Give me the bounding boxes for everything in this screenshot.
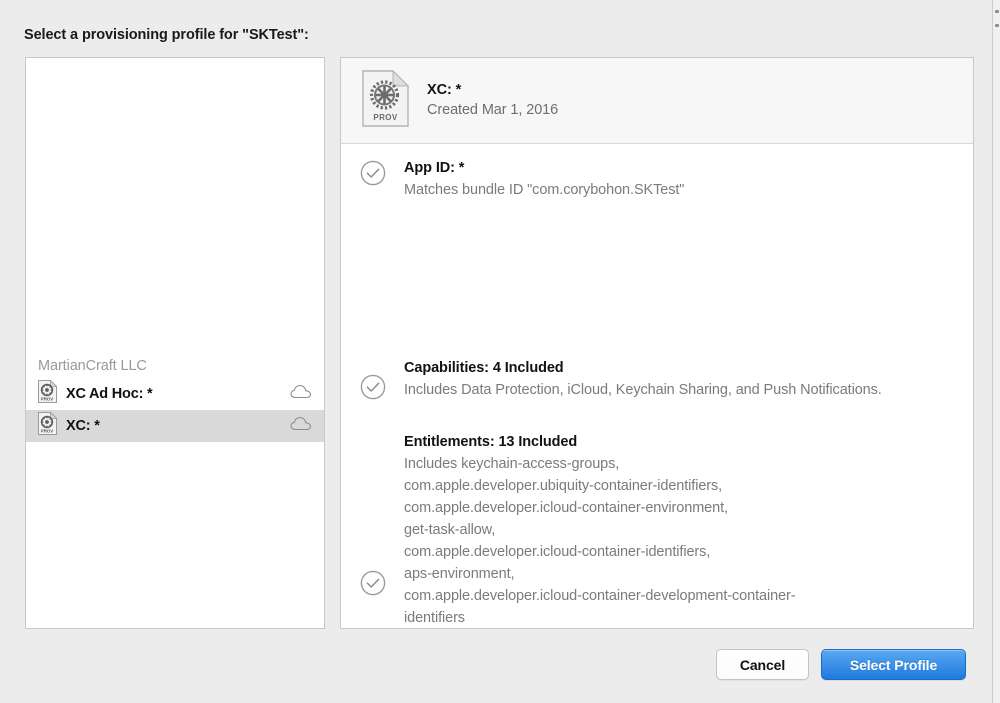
- detail-row-text: Entitlements: 13 Included Includes keych…: [404, 432, 959, 628]
- entitlements-list: Includes keychain-access-groups, com.app…: [404, 453, 959, 628]
- detail-row-capabilities: Capabilities: 4 Included Includes Data P…: [360, 358, 959, 401]
- check-circle-icon: [360, 570, 404, 596]
- capabilities-description: Includes Data Protection, iCloud, Keycha…: [404, 379, 884, 401]
- provisioning-profile-sheet: Select a provisioning profile for "SKTes…: [0, 0, 993, 703]
- sliver-mark-icon: [995, 24, 999, 27]
- entitlement-line: aps-environment,: [404, 563, 959, 585]
- app-id-title: App ID: *: [404, 158, 959, 179]
- detail-header: PROV XC: * Created Mar 1, 2016: [341, 58, 973, 144]
- cloud-icon: [290, 416, 312, 436]
- list-item-label: XC Ad Hoc: *: [66, 386, 152, 402]
- dialog-button-row: Cancel Select Profile: [716, 649, 966, 680]
- profile-group-header: MartianCraft LLC: [26, 358, 324, 378]
- cloud-icon: [290, 384, 312, 404]
- svg-text:PROV: PROV: [41, 429, 54, 434]
- entitlements-icon-spacer: [360, 432, 404, 628]
- profile-created-date: Created Mar 1, 2016: [427, 100, 558, 121]
- app-id-description: Matches bundle ID "com.corybohon.SKTest": [404, 179, 959, 201]
- list-top-spacer: [26, 58, 324, 358]
- prov-document-icon: PROV: [38, 380, 57, 408]
- entitlement-line: Includes keychain-access-groups,: [404, 453, 959, 475]
- entitlement-line: com.apple.developer.icloud-container-env…: [404, 497, 959, 519]
- svg-text:PROV: PROV: [373, 113, 398, 122]
- profile-detail-panel: PROV XC: * Created Mar 1, 2016 App ID: *: [340, 57, 974, 629]
- detail-row-app-id: App ID: * Matches bundle ID "com.coryboh…: [360, 158, 959, 201]
- select-profile-button[interactable]: Select Profile: [821, 649, 966, 680]
- list-item-label: XC: *: [66, 418, 100, 434]
- prov-document-icon: PROV: [38, 412, 57, 440]
- prov-document-icon: PROV: [362, 70, 409, 132]
- sliver-mark-icon: [995, 10, 999, 13]
- detail-header-text: XC: * Created Mar 1, 2016: [427, 81, 558, 121]
- entitlement-line: com.apple.developer.icloud-container-dev…: [404, 585, 959, 607]
- list-item[interactable]: PROV XC Ad Hoc: *: [26, 378, 324, 410]
- detail-body: App ID: * Matches bundle ID "com.coryboh…: [341, 144, 973, 628]
- detail-row-entitlements: Entitlements: 13 Included Includes keych…: [360, 432, 959, 628]
- profile-list[interactable]: MartianCraft LLC: [25, 57, 325, 629]
- list-item[interactable]: PROV XC: *: [26, 410, 324, 442]
- detail-row-text: Capabilities: 4 Included Includes Data P…: [404, 358, 959, 401]
- cancel-button[interactable]: Cancel: [716, 649, 809, 680]
- profile-title: XC: *: [427, 81, 558, 100]
- detail-row-text: App ID: * Matches bundle ID "com.coryboh…: [404, 158, 959, 201]
- entitlement-line: get-task-allow,: [404, 519, 959, 541]
- svg-text:PROV: PROV: [41, 397, 54, 402]
- entitlement-line: identifiers: [404, 607, 959, 628]
- entitlement-line: com.apple.developer.ubiquity-container-i…: [404, 475, 959, 497]
- check-circle-icon: [360, 358, 404, 401]
- entitlements-title: Entitlements: 13 Included: [404, 432, 959, 453]
- page-title: Select a provisioning profile for "SKTes…: [24, 27, 309, 43]
- adjacent-window-sliver: [994, 0, 1000, 703]
- capabilities-title: Capabilities: 4 Included: [404, 358, 959, 379]
- check-circle-icon: [360, 158, 404, 201]
- entitlement-line: com.apple.developer.icloud-container-ide…: [404, 541, 959, 563]
